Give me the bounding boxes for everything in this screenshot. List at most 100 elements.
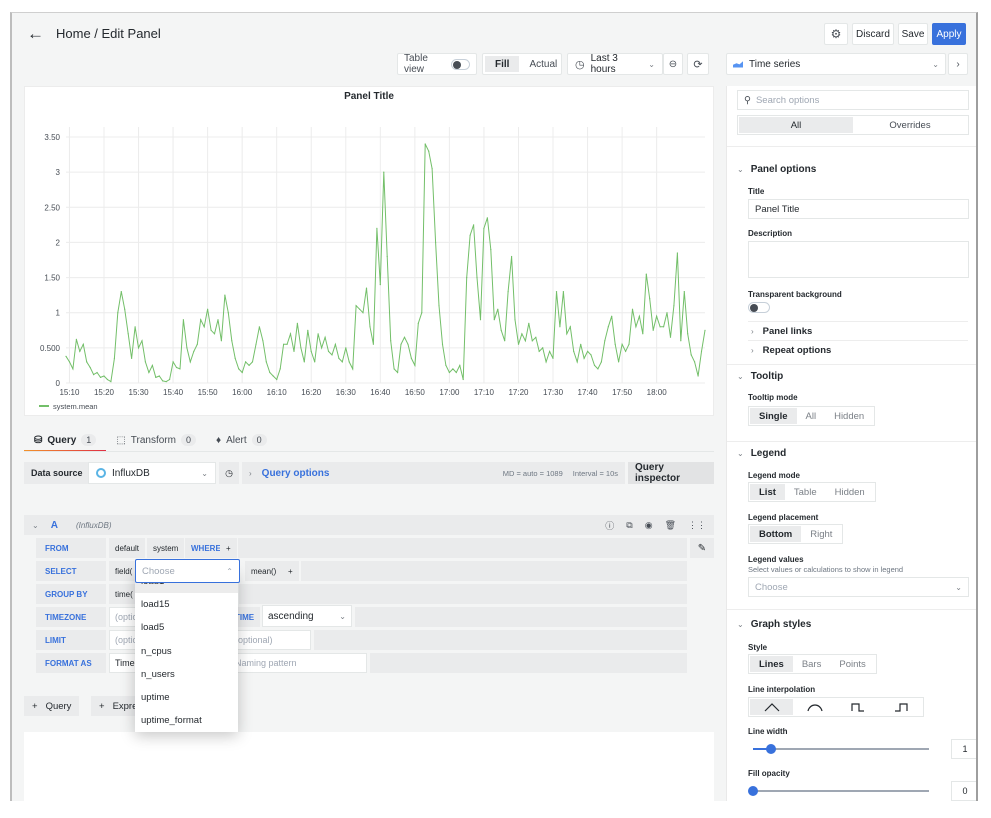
query-options-toggle[interactable]: › Query options MD = auto = 1089 Interva… — [242, 462, 625, 484]
field-option[interactable]: load5 — [135, 616, 238, 639]
x-tick-label: 17:00 — [439, 388, 460, 397]
save-button[interactable]: Save — [898, 23, 928, 45]
divider — [727, 441, 976, 442]
tooltip-mode-single[interactable]: Single — [750, 408, 797, 424]
query-inspector-button[interactable]: Query inspector — [628, 462, 714, 484]
legend-mode-hidden[interactable]: Hidden — [826, 484, 874, 500]
time-range-picker[interactable]: ◷ Last 3 hours ⌄ — [567, 53, 663, 75]
style-lines[interactable]: Lines — [750, 656, 793, 672]
style-points[interactable]: Points — [830, 656, 874, 672]
actual-option[interactable]: Actual — [519, 56, 567, 72]
order-select[interactable]: ascending ⌄ — [262, 605, 352, 627]
refresh-button[interactable]: ⟳ — [687, 53, 709, 75]
discard-button[interactable]: Discard — [852, 23, 894, 45]
tab-all[interactable]: All — [739, 117, 853, 133]
step-after-icon[interactable] — [879, 699, 922, 715]
repeat-options-toggle[interactable]: › Repeat options — [751, 345, 831, 356]
add-where-button[interactable]: + — [220, 538, 237, 558]
fill-opacity-slider[interactable] — [748, 786, 929, 796]
legend-values-select[interactable]: Choose ⌄ — [748, 577, 969, 597]
tooltip-mode-all[interactable]: All — [797, 408, 826, 424]
style-bars[interactable]: Bars — [793, 656, 831, 672]
table-view-switch[interactable] — [451, 58, 470, 70]
datasource-picker[interactable]: InfluxDB ⌄ — [88, 462, 216, 484]
legend-placement-right[interactable]: Right — [801, 526, 841, 542]
tab-query[interactable]: ⛁ Query 1 — [24, 431, 107, 452]
title-input[interactable]: Panel Title — [748, 199, 969, 219]
y-tick-label: 2 — [56, 238, 61, 247]
apply-button[interactable]: Apply — [932, 23, 966, 45]
field-option[interactable]: n_users — [135, 663, 238, 686]
mean-function[interactable]: mean() — [245, 561, 283, 581]
table-view-toggle[interactable]: Table view — [397, 53, 477, 75]
field-option[interactable]: uptime — [135, 686, 238, 709]
chevron-down-icon[interactable]: ⌄ — [32, 521, 39, 530]
query-ref-id[interactable]: A — [51, 520, 58, 531]
tooltip-header[interactable]: ⌄ Tooltip — [737, 371, 783, 382]
data-point — [528, 322, 530, 324]
alias-input[interactable]: Naming pattern — [229, 653, 367, 673]
slider-thumb[interactable] — [766, 744, 776, 754]
field-select[interactable]: Choose ⌃ — [135, 559, 240, 583]
tooltip-mode-hidden[interactable]: Hidden — [825, 408, 873, 424]
slider-thumb[interactable] — [748, 786, 758, 796]
legend-mode-list[interactable]: List — [750, 484, 785, 500]
trash-icon[interactable]: 🗑 — [665, 520, 676, 531]
arrow-left-icon[interactable]: ← — [27, 25, 44, 42]
field-option[interactable]: n_cpus — [135, 640, 238, 663]
time-series-chart[interactable]: 0 0.500 1 1.50 2 2.50 3 3.50 15:10 15:20 15:30 15:… — [25, 87, 715, 417]
transparent-toggle[interactable] — [748, 302, 770, 313]
database-icon: ⛁ — [34, 434, 43, 446]
tab-alert[interactable]: ♦ Alert 0 — [206, 431, 277, 452]
datasource-label: Data source — [24, 462, 90, 484]
data-point — [580, 343, 582, 345]
fill-option[interactable]: Fill — [485, 56, 520, 72]
measurement[interactable]: system — [147, 538, 185, 558]
tab-transform[interactable]: ⬚ Transform 0 — [106, 431, 206, 452]
linear-icon[interactable] — [750, 699, 793, 715]
query-row-header[interactable]: ⌄ A (InfluxDB) ⓘ ⧉ ◉ 🗑 ⋮⋮ — [24, 515, 714, 535]
data-point — [372, 343, 374, 345]
fill-opacity-input[interactable]: 0 — [951, 781, 976, 801]
add-query-button[interactable]: + Query — [24, 696, 80, 716]
legend-header[interactable]: ⌄ Legend — [737, 448, 786, 459]
slimit-input[interactable]: (optional) — [229, 630, 311, 650]
duplicate-icon[interactable]: ⧉ — [626, 520, 632, 531]
legend-label[interactable]: system.mean — [53, 402, 98, 411]
field-option[interactable]: load15 — [135, 593, 238, 616]
graph-styles-header[interactable]: ⌄ Graph styles — [737, 619, 811, 630]
drag-handle-icon[interactable]: ⋮⋮ — [688, 520, 706, 531]
smooth-icon[interactable] — [793, 699, 836, 715]
query-history-button[interactable]: ◷ — [219, 462, 239, 484]
editor-tabs: ⛁ Query 1 ⬚ Transform 0 ♦ Alert 0 — [24, 431, 277, 452]
collapse-options-button[interactable]: › — [948, 53, 968, 75]
help-icon[interactable]: ⓘ — [605, 519, 614, 532]
data-point — [483, 227, 485, 229]
field-function[interactable]: field( — [109, 561, 135, 581]
raw-query-toggle[interactable]: ✎ — [690, 538, 714, 558]
retention-policy[interactable]: default — [109, 538, 146, 558]
visualization-picker[interactable]: Time series ⌄ — [726, 53, 946, 75]
tab-overrides[interactable]: Overrides — [853, 117, 967, 133]
panel-options-header[interactable]: ⌄ Panel options — [737, 164, 816, 175]
eye-icon[interactable]: ◉ — [645, 520, 653, 531]
data-point — [338, 357, 340, 359]
chevron-up-icon: ⌃ — [226, 566, 233, 576]
data-point — [455, 371, 457, 374]
zoom-out-button[interactable]: ⊖ — [663, 53, 683, 75]
description-textarea[interactable] — [748, 241, 969, 278]
settings-button[interactable]: ⚙ — [824, 23, 848, 45]
breadcrumb[interactable]: Home / Edit Panel — [56, 26, 161, 41]
line-width-input[interactable]: 1 — [951, 739, 976, 759]
line-width-slider[interactable] — [753, 744, 929, 754]
data-point — [238, 368, 240, 370]
row-filler — [355, 607, 687, 627]
field-option[interactable]: uptime_format — [135, 709, 238, 732]
add-select-button[interactable]: + — [282, 561, 299, 581]
time-series-icon — [733, 61, 743, 68]
step-before-icon[interactable] — [836, 699, 879, 715]
legend-placement-bottom[interactable]: Bottom — [750, 526, 802, 542]
legend-mode-table[interactable]: Table — [785, 484, 826, 500]
search-options-input[interactable]: ⚲ Search options — [737, 90, 969, 110]
panel-links-toggle[interactable]: › Panel links — [751, 326, 812, 337]
